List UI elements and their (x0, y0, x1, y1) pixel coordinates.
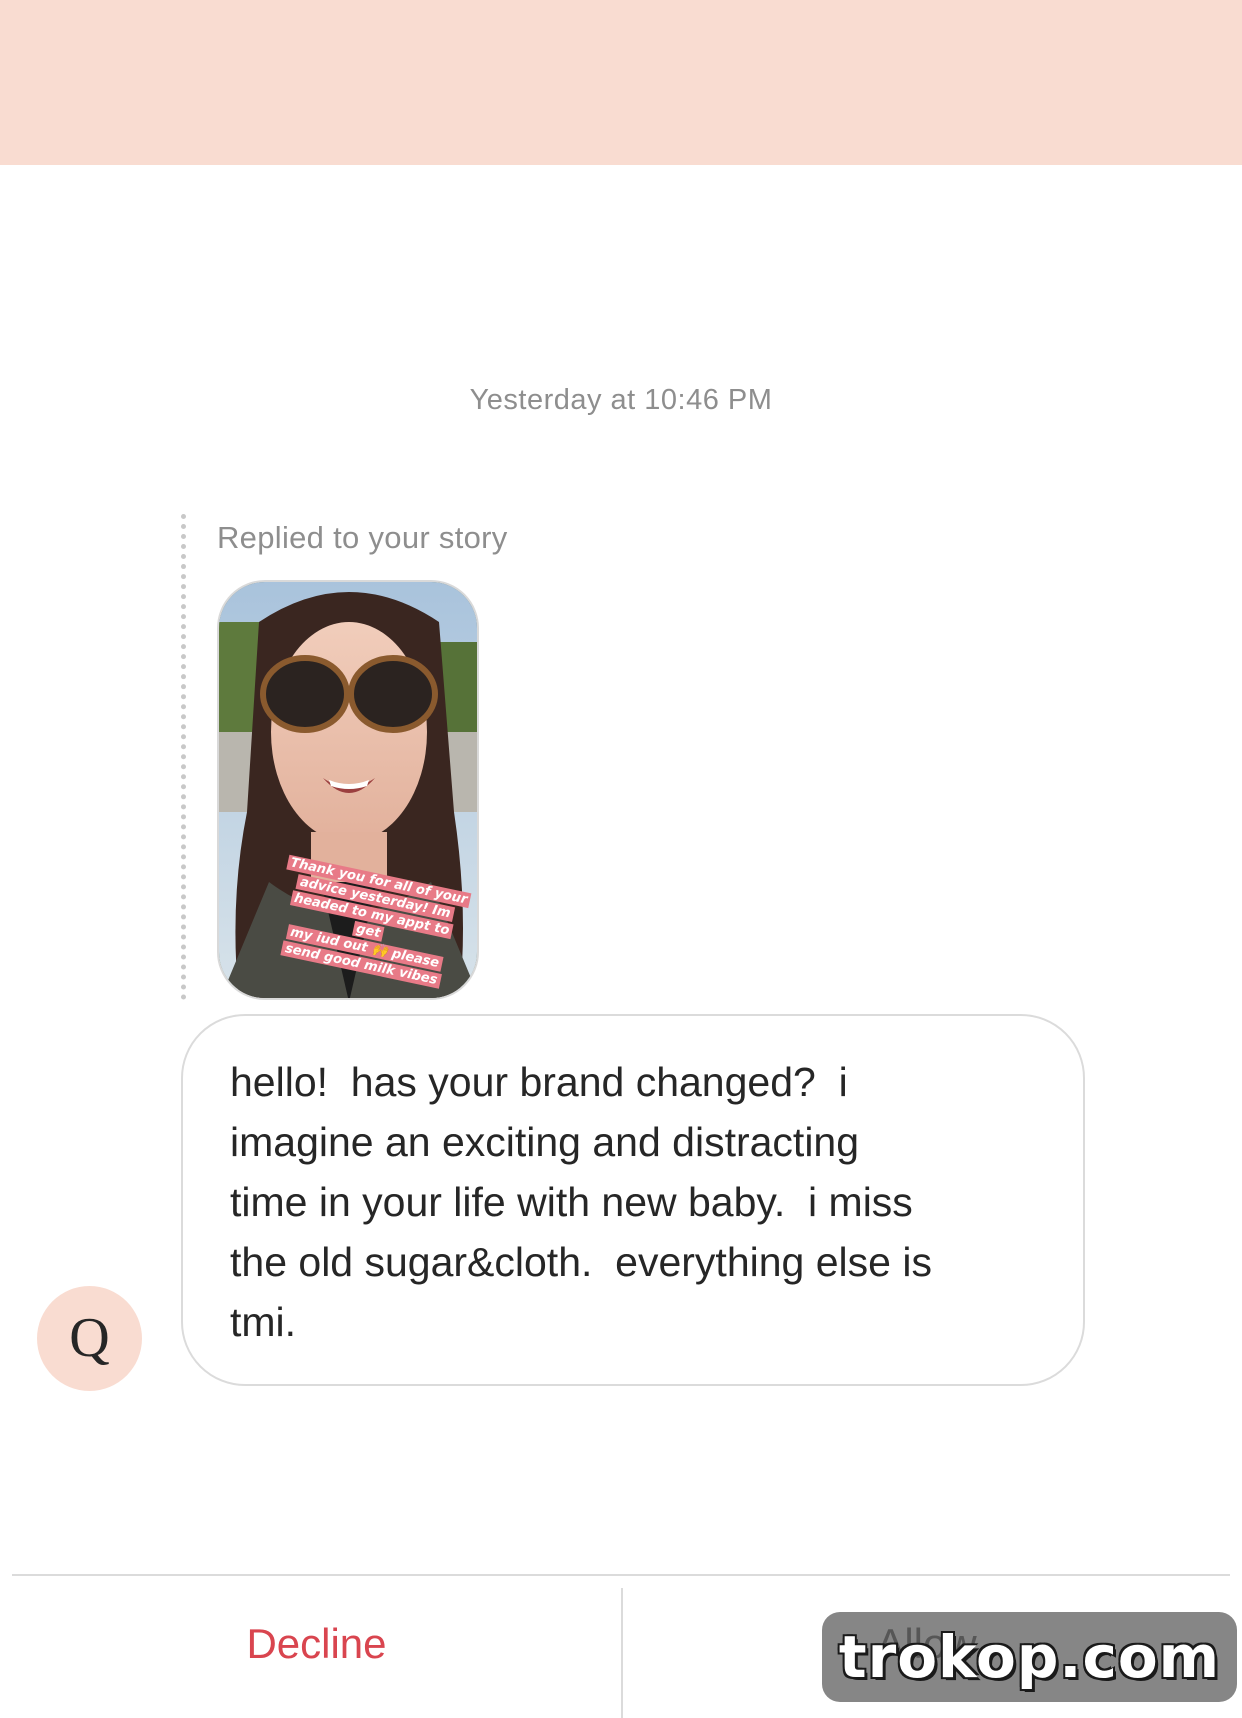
story-reply-rail (181, 514, 186, 1000)
message-bubble[interactable]: hello! has your brand changed? i imagine… (181, 1014, 1085, 1386)
avatar-letter: Q (69, 1307, 110, 1369)
top-banner (0, 0, 1242, 165)
message-request-screen: Yesterday at 10:46 PM Replied to your st… (0, 0, 1242, 1718)
message-text: hello! has your brand changed? i imagine… (230, 1059, 932, 1345)
story-reply-label: Replied to your story (217, 520, 508, 555)
avatar[interactable]: Q (37, 1286, 142, 1391)
story-thumbnail[interactable]: Thank you for all of your advice yesterd… (217, 580, 479, 1000)
actions-divider (12, 1574, 1230, 1576)
message-timestamp: Yesterday at 10:46 PM (469, 384, 773, 416)
watermark: trokop.com (822, 1612, 1237, 1702)
decline-button[interactable]: Decline (12, 1588, 621, 1700)
